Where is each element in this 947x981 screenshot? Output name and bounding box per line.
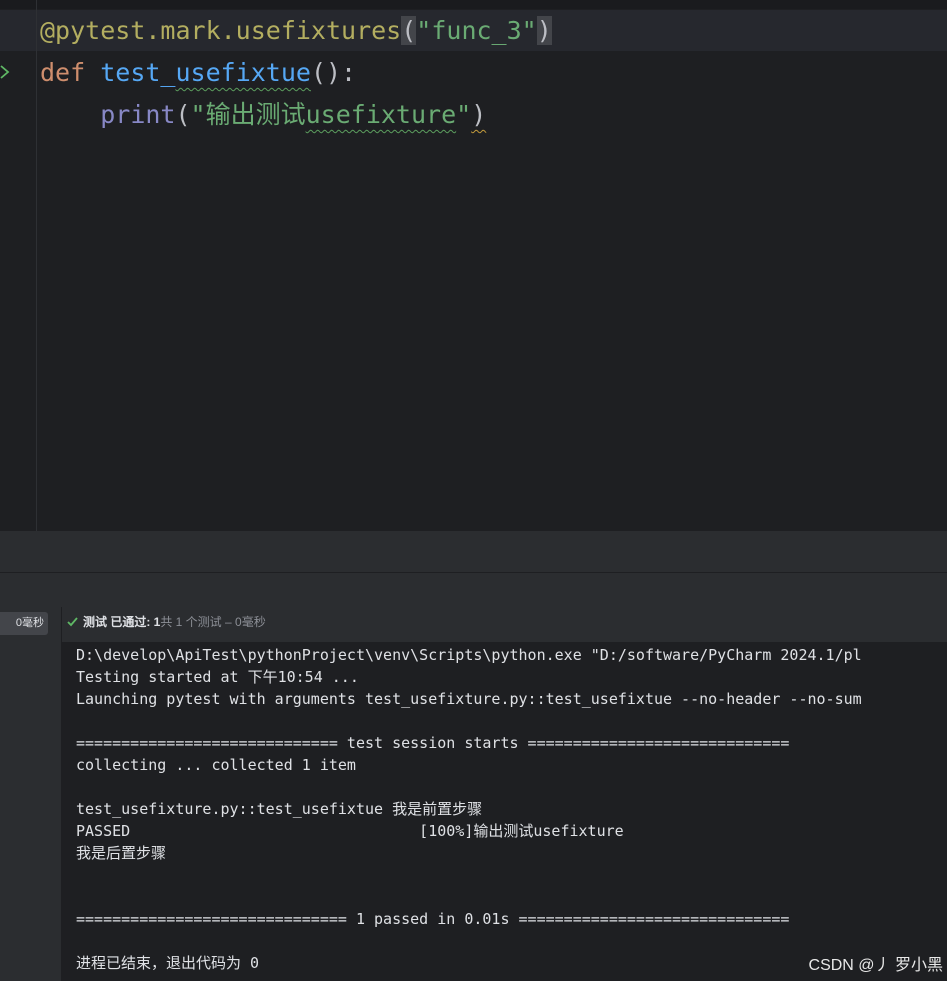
run-arrow-icon[interactable] bbox=[0, 60, 12, 84]
console-line: Testing started at 下午10:54 ... bbox=[76, 668, 359, 686]
console-line: ============================= test sessi… bbox=[76, 734, 790, 752]
code-line-decorator[interactable]: @pytest.mark.usefixtures("func_3") bbox=[40, 10, 552, 52]
csdn-watermark: CSDN @丿 罗小黑 bbox=[808, 957, 943, 974]
print-paren-close: ) bbox=[471, 100, 487, 129]
check-icon bbox=[67, 617, 78, 627]
print-paren-open: ( bbox=[175, 100, 191, 129]
test-result-text: 测试 已通过: 1共 1 个测试 – 0毫秒 bbox=[83, 607, 266, 637]
console-line: 我是后置步骤 bbox=[76, 844, 167, 862]
code-line-print[interactable]: print("输出测试usefixture") bbox=[40, 94, 486, 136]
run-toolwindow-header bbox=[0, 572, 947, 608]
console-line: Launching pytest with arguments test_use… bbox=[76, 690, 862, 708]
print-string-end: " bbox=[456, 100, 472, 129]
code-editor[interactable]: @pytest.mark.usefixtures("func_3") def t… bbox=[0, 0, 947, 531]
console-line: 进程已结束，退出代码为 0 bbox=[76, 954, 260, 972]
console-line: D:\develop\ApiTest\pythonProject\venv\Sc… bbox=[76, 646, 862, 664]
print-string-start: "输出测试 bbox=[190, 100, 306, 129]
console-output[interactable]: D:\develop\ApiTest\pythonProject\venv\Sc… bbox=[62, 642, 947, 981]
test-result-bar: 测试 已通过: 1共 1 个测试 – 0毫秒 bbox=[62, 607, 947, 642]
console-line: ============================== 1 passed … bbox=[76, 910, 790, 928]
print-builtin: print bbox=[100, 100, 176, 129]
gutter-divider bbox=[36, 0, 37, 531]
paren-open-highlight: ( bbox=[401, 16, 417, 45]
print-string-typo: usefixture bbox=[305, 100, 457, 129]
paren-close-highlight: ) bbox=[536, 16, 552, 45]
console-line: test_usefixture.py::test_usefixtue 我是前置步… bbox=[76, 800, 483, 818]
function-signature-tail: (): bbox=[310, 58, 357, 87]
decorator-token: @pytest.mark.usefixtures bbox=[40, 16, 402, 45]
test-duration-badge[interactable]: 0毫秒 bbox=[0, 612, 48, 635]
function-name-prefix: test_ bbox=[100, 58, 176, 87]
editor-top-strip bbox=[0, 0, 947, 9]
function-name-typo: usefixtue bbox=[175, 58, 311, 87]
console-line: PASSED [100%]输出测试usefixture bbox=[76, 822, 624, 840]
decorator-arg-string: "func_3" bbox=[416, 16, 537, 45]
def-keyword: def bbox=[40, 58, 86, 87]
test-tree-panel[interactable] bbox=[0, 607, 62, 981]
test-summary: 共 1 个测试 – 0毫秒 bbox=[160, 615, 266, 629]
code-line-def[interactable]: def test_usefixtue(): bbox=[40, 52, 356, 94]
test-passed-label: 测试 已通过: 1 bbox=[83, 615, 161, 629]
editor-bottom-bar bbox=[0, 531, 947, 572]
console-line: collecting ... collected 1 item bbox=[76, 756, 356, 774]
